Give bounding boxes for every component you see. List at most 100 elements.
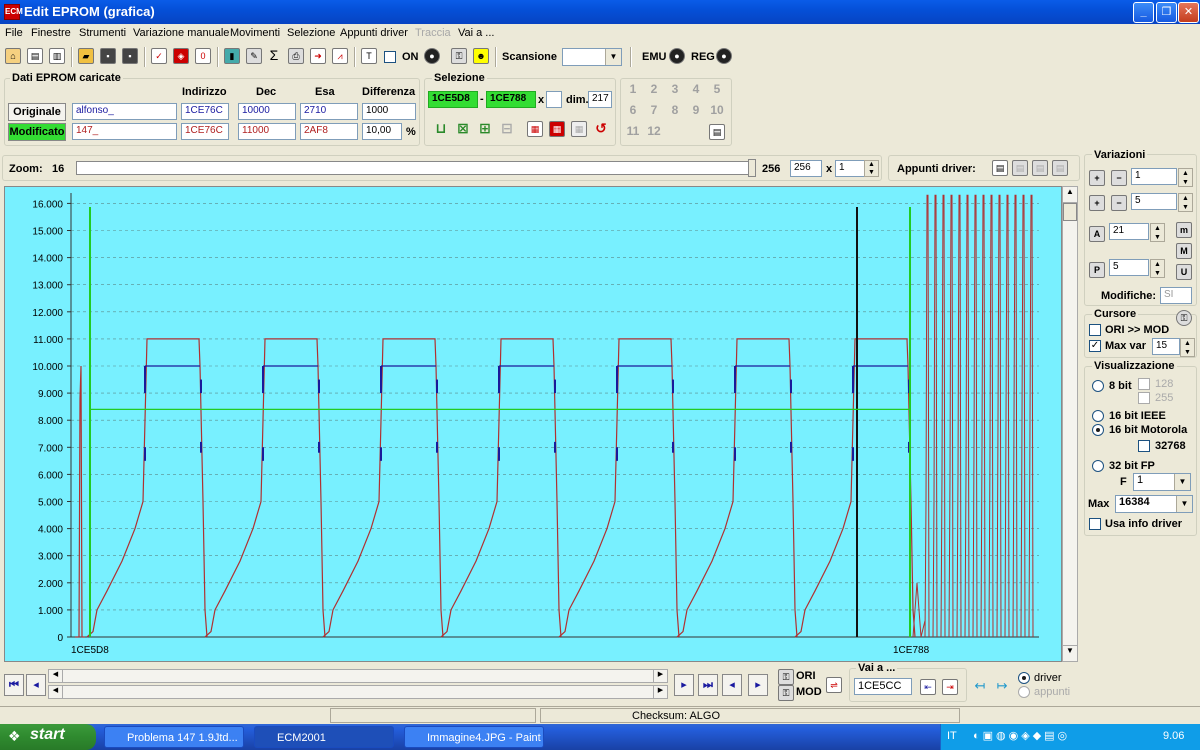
numpad-6[interactable]: 6 (624, 103, 642, 119)
menu-file[interactable]: File (5, 27, 23, 39)
motorola-radio[interactable] (1092, 424, 1104, 436)
var-step2-field[interactable]: 5 (1131, 193, 1177, 210)
var-plus1-icon[interactable]: + (1089, 170, 1105, 186)
var-plus5-icon[interactable]: + (1089, 195, 1105, 211)
max-var-spinner[interactable]: ▲ ▼ (1180, 338, 1195, 357)
var-step1-field[interactable]: 1 (1131, 168, 1177, 185)
appunti-copy-icon[interactable]: ▤ (992, 160, 1008, 176)
check-icon[interactable]: ✓ (151, 48, 167, 64)
marker-icon[interactable]: ↤ (972, 679, 988, 695)
reg-indicator-icon[interactable]: ● (716, 48, 732, 64)
select-range-icon[interactable]: ⊠ (455, 121, 471, 137)
numpad-1[interactable]: 1 (624, 82, 642, 98)
menu-selezione[interactable]: Selezione (287, 27, 335, 39)
minimize-button[interactable]: _ (1133, 2, 1154, 23)
close-button[interactable]: ✕ (1178, 2, 1199, 23)
originale-button[interactable]: Originale (8, 103, 66, 121)
zoom-max-field[interactable]: 256 (790, 160, 822, 177)
copy-selection-icon[interactable]: ▦ (527, 121, 543, 137)
modificato-indirizzo-field[interactable]: 1CE76C (181, 123, 229, 140)
var-a-field[interactable]: 21 (1109, 223, 1149, 240)
swap-icon[interactable]: ⇌ (826, 677, 842, 693)
filter-icon[interactable]: T (361, 48, 377, 64)
numpad-5[interactable]: 5 (708, 82, 726, 98)
zoom-mult-spinner[interactable]: ▲ ▼ (864, 160, 879, 177)
var-m-upper-icon[interactable]: M (1176, 243, 1192, 259)
modificato-name-field[interactable]: 147_ (72, 123, 177, 140)
task-ecm2001[interactable]: ECM2001 (254, 726, 394, 748)
menu-finestre[interactable]: Finestre (31, 27, 71, 39)
arrow-icon[interactable]: ➜ (310, 48, 326, 64)
max-var-field[interactable]: 15 (1152, 338, 1180, 355)
maximize-button[interactable]: ❐ (1156, 2, 1177, 23)
task-problema[interactable]: Problema 147 1.9Jtd... (104, 726, 244, 748)
next-button[interactable]: ▸ (674, 674, 694, 696)
start-button[interactable]: ❖ start (0, 724, 96, 750)
var-step1-spinner[interactable]: ▲ ▼ (1178, 168, 1193, 187)
select-start-icon[interactable]: ⊔ (433, 121, 449, 137)
lock-icon[interactable]: ⚿ (451, 48, 467, 64)
var-p-field[interactable]: 5 (1109, 259, 1149, 276)
selezione-start-field[interactable]: 1CE5D8 (428, 91, 478, 108)
emu-indicator-icon[interactable]: ● (669, 48, 685, 64)
var-p-spinner[interactable]: ▲ ▼ (1150, 259, 1165, 278)
modificato-button[interactable]: Modificato (8, 123, 66, 141)
zero-icon[interactable]: 0 (195, 48, 211, 64)
run-icon[interactable]: ☻ (473, 48, 489, 64)
selezione-end-field[interactable]: 1CE788 (486, 91, 536, 108)
var-a-spinner[interactable]: ▲ ▼ (1150, 223, 1165, 242)
next-diff-button[interactable]: ▸ (748, 674, 768, 696)
edit-icon[interactable]: ✎ (246, 48, 262, 64)
save-as-icon[interactable]: ▪ (122, 48, 138, 64)
select-mid-icon[interactable]: ⊞ (477, 121, 493, 137)
zoom-slider[interactable] (76, 161, 754, 175)
modificato-diff-field[interactable]: 10,00 (362, 123, 402, 140)
originale-dec-field[interactable]: 10000 (238, 103, 296, 120)
last-button[interactable]: ⏭ (698, 674, 718, 696)
originale-indirizzo-field[interactable]: 1CE76C (181, 103, 229, 120)
chip-icon[interactable]: ▮ (224, 48, 240, 64)
compare-icon[interactable]: ◈ (173, 48, 189, 64)
originale-diff-field[interactable]: 1000 (362, 103, 416, 120)
appunti-paste-icon[interactable]: ▤ (1012, 160, 1028, 176)
copy-icon[interactable]: ▤ (27, 48, 43, 64)
dim-field[interactable]: 217 (588, 91, 612, 108)
fp32-radio[interactable] (1092, 460, 1104, 472)
sigma-icon[interactable]: Σ (266, 48, 282, 64)
save-icon[interactable]: ▪ (100, 48, 116, 64)
scansione-select[interactable]: ▼ (562, 48, 622, 66)
menu-variazione-manuale[interactable]: Variazione manuale (133, 27, 229, 39)
numpad-11[interactable]: 11 (624, 124, 642, 140)
var-minus5-icon[interactable]: − (1111, 195, 1127, 211)
c255-checkbox[interactable] (1138, 392, 1150, 404)
var-u-icon[interactable]: U (1176, 264, 1192, 280)
originale-esa-field[interactable]: 2710 (300, 103, 358, 120)
max-select[interactable]: 16384 ▼ (1115, 495, 1193, 513)
prev-button[interactable]: ◂ (26, 674, 46, 696)
prev-diff-button[interactable]: ◂ (722, 674, 742, 696)
modificato-dec-field[interactable]: 11000 (238, 123, 296, 140)
usa-info-checkbox[interactable] (1089, 518, 1101, 530)
ori-mod-checkbox[interactable] (1089, 324, 1101, 336)
numpad-settings-icon[interactable]: ▤ (709, 124, 725, 140)
menu-vai-a[interactable]: Vai a ... (458, 27, 494, 39)
selezione-x-field[interactable] (546, 91, 562, 108)
tray-icons[interactable]: ◐▣◍◉◈◆▤◎ (973, 729, 1070, 742)
home-icon[interactable]: ⌂ (5, 48, 21, 64)
numpad-2[interactable]: 2 (645, 82, 663, 98)
c128-checkbox[interactable] (1138, 378, 1150, 390)
task-paint[interactable]: Immagine4.JPG - Paint (404, 726, 544, 748)
var-step2-spinner[interactable]: ▲ ▼ (1178, 193, 1193, 212)
open-folder-icon[interactable]: ▰ (78, 48, 94, 64)
cursore-lock-icon[interactable]: ⚿ (1176, 310, 1192, 326)
zoom-slider-thumb[interactable] (748, 159, 756, 177)
ieee-radio[interactable] (1092, 410, 1104, 422)
originale-name-field[interactable]: alfonso_ (72, 103, 177, 120)
vai-a-field[interactable]: 1CE5CC (854, 678, 912, 695)
driver-radio[interactable] (1018, 672, 1030, 684)
print-icon[interactable]: ⎙ (288, 48, 304, 64)
chart-vscroll[interactable]: ▲ ▼ (1062, 186, 1078, 662)
undo-icon[interactable]: ↺ (593, 121, 609, 137)
zoom-mult-field[interactable]: 1 (835, 160, 865, 177)
numpad-4[interactable]: 4 (687, 82, 705, 98)
